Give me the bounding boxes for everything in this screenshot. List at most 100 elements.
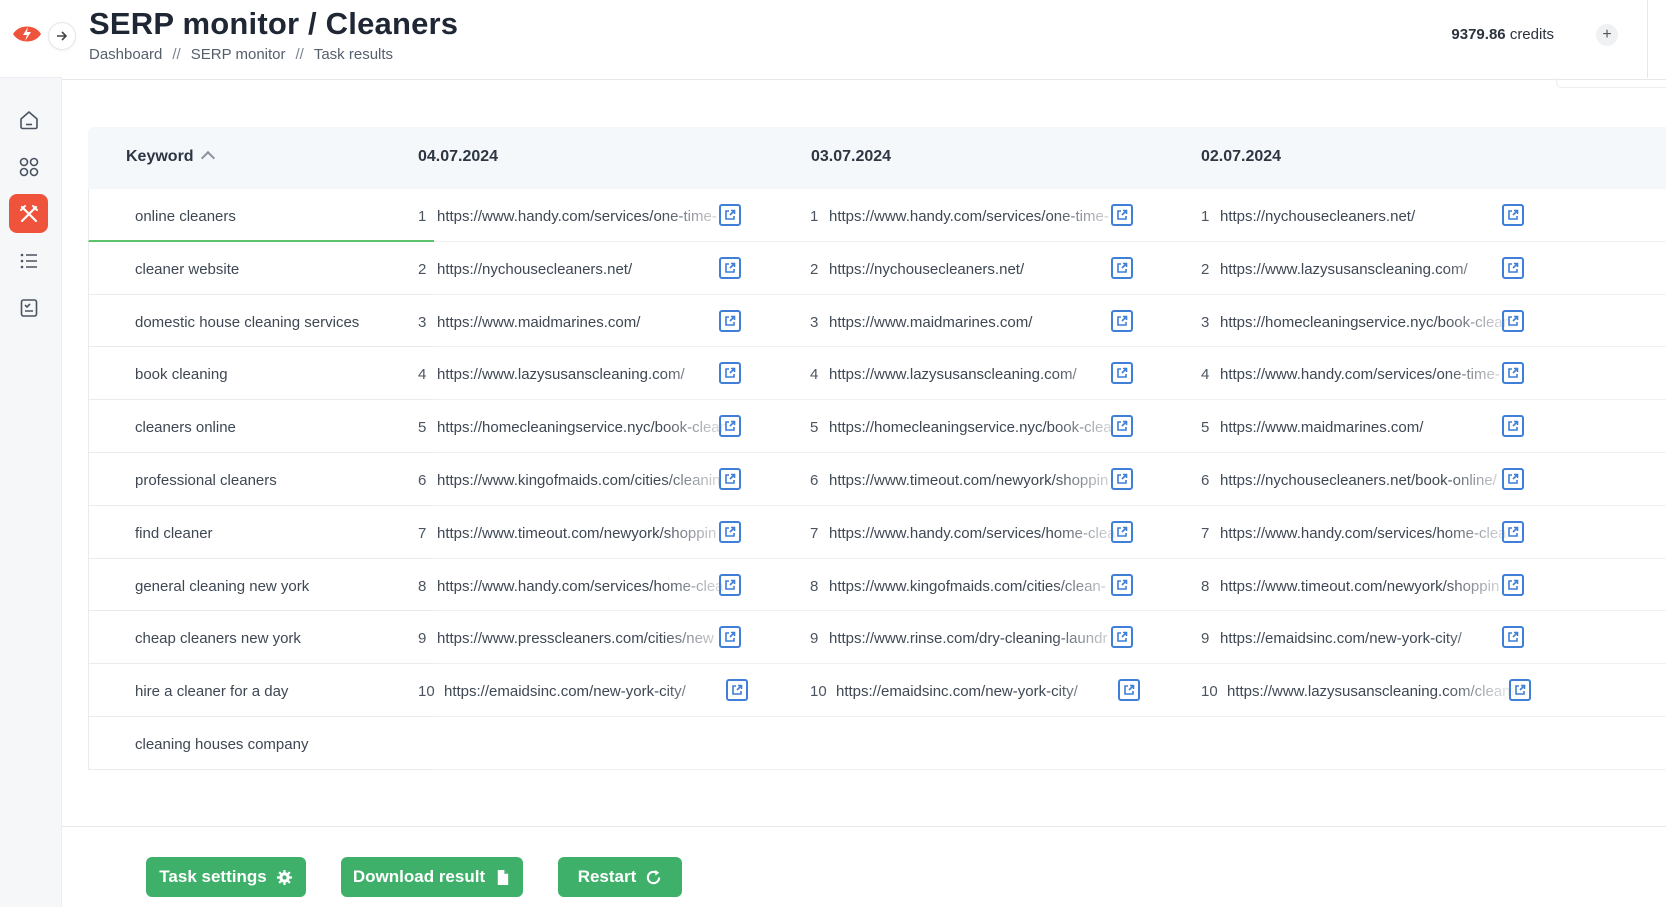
restart-button[interactable]: Restart: [558, 857, 682, 897]
result-url[interactable]: https://www.lazysusanscleaning.com/: [829, 366, 1126, 383]
open-link-icon[interactable]: [1502, 520, 1524, 543]
result-url[interactable]: https://www.timeout.com/newyork/shoppin: [437, 525, 734, 542]
result-url[interactable]: https://emaidsinc.com/new-york-city/: [1220, 630, 1517, 647]
result-cell: 8 https://www.kingofmaids.com/cities/clea…: [810, 559, 1170, 615]
result-url[interactable]: https://emaidsinc.com/new-york-city/: [836, 683, 1126, 700]
breadcrumb-dashboard[interactable]: Dashboard: [89, 46, 162, 63]
keyword-cell[interactable]: cleaner website: [88, 241, 434, 295]
keyword-text: domestic house cleaning services: [135, 313, 360, 331]
result-url[interactable]: https://www.handy.com/services/home-clea: [1220, 525, 1517, 542]
result-url[interactable]: https://www.kingofmaids.com/cities/clean…: [437, 472, 734, 489]
download-result-button[interactable]: Download result: [341, 857, 523, 897]
result-url[interactable]: https://nychousecleaners.net/book-online…: [1220, 472, 1517, 489]
result-url[interactable]: https://www.handy.com/services/one-time-: [1220, 366, 1517, 383]
result-url[interactable]: https://nychousecleaners.net/: [1220, 208, 1517, 225]
result-url[interactable]: https://homecleaningservice.nyc/book-cle…: [829, 419, 1126, 436]
result-url[interactable]: https://www.maidmarines.com/: [1220, 419, 1517, 436]
result-url[interactable]: https://homecleaningservice.nyc/book-cle…: [1220, 314, 1517, 331]
logo-eye-icon[interactable]: [12, 22, 42, 46]
open-link-icon[interactable]: [719, 362, 741, 385]
open-link-icon[interactable]: [1502, 468, 1524, 490]
open-link-icon[interactable]: [1118, 679, 1140, 702]
result-url[interactable]: https://www.handy.com/services/one-time-: [437, 208, 734, 225]
result-url[interactable]: https://www.kingofmaids.com/cities/clean…: [829, 578, 1126, 595]
home-icon: [19, 110, 38, 129]
result-url[interactable]: https://www.timeout.com/newyork/shoppin: [1220, 578, 1517, 595]
sidebar-item-apps[interactable]: [9, 147, 48, 186]
result-url[interactable]: https://www.timeout.com/newyork/shoppin: [829, 472, 1126, 489]
open-link-icon[interactable]: [1502, 204, 1524, 226]
result-url[interactable]: https://www.lazysusanscleaning.com/: [437, 366, 734, 383]
open-link-icon[interactable]: [1111, 520, 1133, 543]
result-url[interactable]: https://www.handy.com/services/one-time-: [829, 208, 1126, 225]
breadcrumb-serp-monitor[interactable]: SERP monitor: [191, 46, 286, 63]
open-link-icon[interactable]: [719, 415, 741, 438]
result-url[interactable]: https://www.handy.com/services/home-clea: [829, 525, 1126, 542]
add-credits-button[interactable]: +: [1596, 24, 1618, 46]
keyword-cell[interactable]: general cleaning new york: [88, 558, 434, 612]
result-url[interactable]: https://www.handy.com/services/home-clea: [437, 578, 734, 595]
table-row: cleaners online 5 https://homecleaningserv…: [88, 400, 1666, 453]
keyword-cell[interactable]: cheap cleaners new york: [88, 611, 434, 665]
keyword-cell[interactable]: domestic house cleaning services: [88, 294, 434, 348]
keyword-text: professional cleaners: [135, 472, 277, 489]
keyword-text: cheap cleaners new york: [135, 630, 301, 648]
open-link-icon[interactable]: [1111, 573, 1133, 596]
keyword-cell[interactable]: book cleaning: [88, 347, 434, 401]
result-url[interactable]: https://www.maidmarines.com/: [437, 314, 734, 331]
result-url[interactable]: https://www.rinse.com/dry-cleaning-laund…: [829, 630, 1126, 647]
sidebar-item-home[interactable]: [9, 100, 48, 139]
open-link-icon[interactable]: [719, 626, 741, 649]
open-link-icon[interactable]: [1509, 679, 1531, 702]
open-link-icon[interactable]: [1111, 362, 1133, 385]
keyword-cell[interactable]: online cleaners: [88, 189, 434, 242]
credits-label: credits: [1509, 26, 1554, 43]
open-link-icon[interactable]: [1111, 415, 1133, 438]
open-link-icon[interactable]: [1502, 362, 1524, 385]
keyword-column-header[interactable]: Keyword: [126, 148, 215, 166]
result-position: 7: [1201, 524, 1210, 542]
table-row: professional cleaners 6 https://www.kingof…: [88, 453, 1666, 506]
result-url[interactable]: https://www.presscleaners.com/cities/new: [437, 630, 734, 647]
open-link-icon[interactable]: [1502, 626, 1524, 649]
open-link-icon[interactable]: [719, 309, 741, 332]
expand-sidebar-button[interactable]: [48, 22, 76, 50]
open-link-icon[interactable]: [719, 256, 741, 279]
open-link-icon[interactable]: [1502, 309, 1524, 332]
open-link-icon[interactable]: [1502, 415, 1524, 438]
keyword-cell[interactable]: find cleaner: [88, 505, 434, 559]
result-url[interactable]: https://emaidsinc.com/new-york-city/: [444, 683, 734, 700]
page-title: SERP monitor / Cleaners: [89, 6, 459, 41]
open-link-icon[interactable]: [1111, 256, 1133, 279]
open-link-icon[interactable]: [1502, 573, 1524, 596]
table-row: book cleaning 4 https://www.lazysusansclea…: [88, 347, 1666, 403]
sidebar-item-reports[interactable]: [9, 288, 48, 327]
open-link-icon[interactable]: [1111, 468, 1133, 490]
keyword-cell[interactable]: hire a cleaner for a day: [88, 664, 434, 717]
result-url[interactable]: https://www.maidmarines.com/: [829, 314, 1126, 331]
open-link-icon[interactable]: [726, 679, 748, 702]
result-url[interactable]: https://nychousecleaners.net/: [437, 261, 734, 278]
result-url[interactable]: https://homecleaningservice.nyc/book-cle…: [437, 419, 734, 436]
result-cell: 4 https://www.lazysusanscleaning.com/: [418, 347, 778, 403]
open-link-icon[interactable]: [1111, 626, 1133, 649]
open-link-icon[interactable]: [1111, 309, 1133, 332]
open-link-icon[interactable]: [1502, 256, 1524, 279]
result-url[interactable]: https://www.lazysusanscleaning.com/clean…: [1227, 683, 1517, 700]
task-settings-button[interactable]: Task settings: [146, 857, 306, 897]
open-link-icon[interactable]: [719, 204, 741, 226]
sidebar-item-tools[interactable]: [9, 194, 48, 233]
keyword-cell[interactable]: cleaning houses company: [88, 717, 434, 770]
open-link-icon[interactable]: [719, 573, 741, 596]
open-link-icon[interactable]: [1111, 204, 1133, 226]
keyword-cell[interactable]: professional cleaners: [88, 453, 434, 506]
open-link-icon[interactable]: [719, 520, 741, 543]
open-link-icon[interactable]: [719, 468, 741, 490]
keyword-cell[interactable]: cleaners online: [88, 400, 434, 453]
date-column-header: 02.07.2024: [1201, 148, 1282, 165]
result-cell: 9 https://www.presscleaners.com/cities/ne…: [418, 611, 778, 667]
result-url[interactable]: https://nychousecleaners.net/: [829, 261, 1126, 278]
sidebar-item-list[interactable]: [9, 241, 48, 280]
result-url[interactable]: https://www.lazysusanscleaning.com/: [1220, 261, 1517, 278]
sidebar: [0, 0, 76, 907]
